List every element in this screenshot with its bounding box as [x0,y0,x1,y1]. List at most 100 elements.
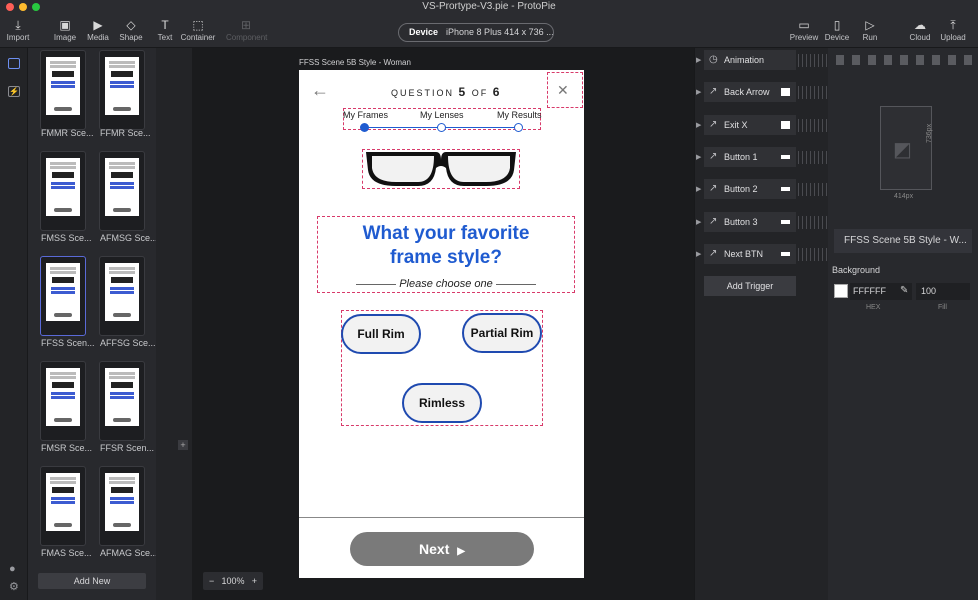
preview-next [54,418,72,422]
preview-button[interactable]: ▭ Preview [786,18,822,42]
scene-preview [105,263,139,321]
eyedropper-icon[interactable]: ✎ [900,285,908,296]
timeline-ruler [798,86,828,99]
preview-heading [110,85,134,88]
settings-gear-icon[interactable]: ⚙ [9,580,19,593]
user-icon[interactable]: ● [9,563,16,575]
option-rimless[interactable]: Rimless [402,383,482,423]
expand-trigger-icon[interactable]: ▶ [696,88,701,96]
next-button[interactable]: Next ▶ [350,532,534,566]
preview-next [54,208,72,212]
fill-input[interactable]: 100 [916,283,970,300]
flow-panel-icon[interactable]: ⚡ [8,86,20,97]
device-button[interactable]: ▯ Device [819,18,855,42]
option-partial-rim[interactable]: Partial Rim [462,313,542,353]
preview-heading [51,291,75,294]
question-counter: QUESTION 5 OF 6 [391,85,502,99]
import-button[interactable]: ⤓ Import [0,18,36,42]
expand-trigger-icon[interactable]: ▶ [696,250,701,258]
upload-button[interactable]: ⤒ Upload [935,18,971,42]
scene-thumbnail[interactable] [40,151,86,231]
preview-next [113,418,131,422]
run-button[interactable]: ▷ Run [852,18,888,42]
container-button[interactable]: ⬚ Container [180,18,216,42]
scene-thumbnail[interactable] [40,466,86,546]
preview-line [50,267,76,270]
preview-heading [51,501,75,504]
scene-thumbnail[interactable] [99,361,145,441]
add-new-scene-button[interactable]: Add New [38,573,146,589]
component-icon: ⊞ [240,18,252,32]
scene-thumbnail[interactable] [40,256,86,336]
scene-preview [105,368,139,426]
option-full-rim[interactable]: Full Rim [341,314,421,354]
shape-button[interactable]: ◇ Shape [113,18,149,42]
preview-heading [110,396,134,399]
layer-color-swatch [781,155,790,159]
preview-heading [110,501,134,504]
scene-thumbnail[interactable] [99,466,145,546]
scene-thumbnail[interactable] [40,361,86,441]
step-label-frames: My Frames [343,110,388,120]
scene-label: AFFSG Sce... [100,338,156,348]
tap-icon: ↗ [709,86,718,97]
cloud-button[interactable]: ☁ Cloud [902,18,938,42]
expand-trigger-icon[interactable]: ▶ [696,185,701,193]
trigger-item[interactable]: ↗ Button 3 [704,212,796,232]
preview-glasses [111,277,133,283]
timeline-ruler [798,248,828,261]
zoom-in-button[interactable]: + [252,572,257,590]
scene-thumbnail[interactable] [99,151,145,231]
back-arrow-icon[interactable]: ← [311,80,329,101]
scenes-panel-icon[interactable] [8,58,20,69]
preview-line [109,376,135,379]
media-icon: ▶ [93,18,103,32]
scene-thumbnail[interactable] [99,256,145,336]
scene-label: FMSR Sce... [41,443,93,453]
hex-label: HEX [866,304,881,311]
layer-color-swatch [781,220,790,224]
timeline-ruler [798,54,828,67]
scene-thumbnail[interactable] [40,50,86,130]
preview-line [50,65,76,68]
question-heading: What your favorite frame style? [362,223,530,268]
minimize-window-button[interactable] [19,3,27,11]
trigger-item[interactable]: ↗ Button 2 [704,179,796,199]
preview-line [109,271,135,274]
trigger-item[interactable]: ↗ Next BTN [704,244,796,264]
device-selector[interactable]: Device iPhone 8 Plus 414 x 736 ... [398,23,554,42]
trigger-item[interactable]: ◷ Animation [704,50,796,70]
phone-icon: ▯ [833,18,841,32]
preview-line [109,61,135,64]
tap-icon: ↗ [709,151,718,162]
zoom-out-button[interactable]: − [209,572,214,590]
add-trigger-button[interactable]: Add Trigger [704,276,796,296]
preview-glasses [111,487,133,493]
trigger-item[interactable]: ↗ Button 1 [704,147,796,167]
background-color-swatch[interactable] [834,284,848,298]
step-dot-lenses [437,123,446,132]
expand-trigger-icon[interactable]: ▶ [696,218,701,226]
preview-heading [110,392,134,395]
preview-line [109,162,135,165]
close-window-button[interactable] [6,3,14,11]
shape-icon: ◇ [126,18,136,32]
image-button[interactable]: ▣ Image [47,18,83,42]
exit-x-icon[interactable]: ✕ [557,82,569,99]
expand-trigger-icon[interactable]: ▶ [696,56,701,64]
zoom-window-button[interactable] [32,3,40,11]
component-button[interactable]: ⊞ Component [226,18,267,42]
add-layer-icon[interactable]: + [178,440,188,450]
trigger-item[interactable]: ↗ Exit X [704,115,796,135]
media-button[interactable]: ▶ Media [80,18,116,42]
scene-label: AFMSG Sce... [100,233,158,243]
expand-trigger-icon[interactable]: ▶ [696,121,701,129]
scene-name-field[interactable]: FFSS Scene 5B Style - W... [834,229,972,253]
expand-trigger-icon[interactable]: ▶ [696,153,701,161]
artboard[interactable]: ← ✕ QUESTION 5 OF 6 My Frames My Lenses … [299,70,584,578]
trigger-item[interactable]: ↗ Back Arrow [704,82,796,102]
tap-icon: ↗ [709,119,718,130]
text-button[interactable]: T Text [147,18,183,42]
preview-next [113,523,131,527]
scene-thumbnail[interactable] [99,50,145,130]
